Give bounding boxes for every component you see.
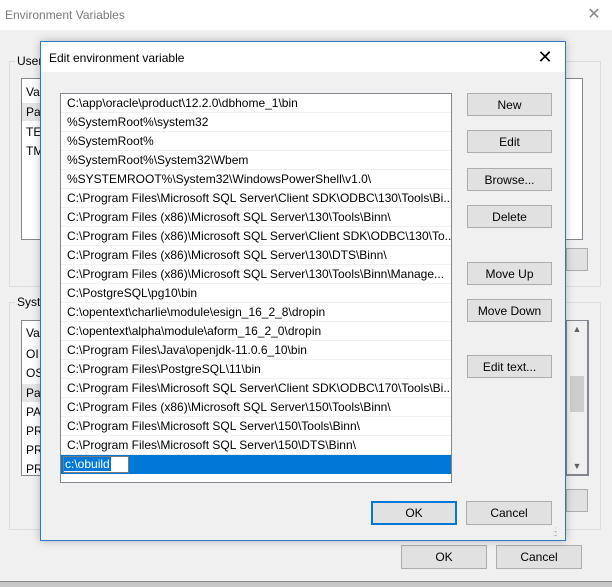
user-edit-button-partial[interactable] [566,248,588,271]
list-item[interactable]: C:\PostgreSQL\pg10\bin [61,284,451,303]
dialog-title: Edit environment variable [49,51,185,65]
browse-button[interactable]: Browse... [467,168,552,191]
list-item[interactable]: %SystemRoot%\System32\Wbem [61,151,451,170]
title-bar: Environment Variables ✕ [0,0,612,30]
new-button[interactable]: New [467,93,552,116]
list-item[interactable]: C:\Program Files\PostgreSQL\11\bin [61,360,451,379]
list-item[interactable]: C:\Program Files\Microsoft SQL Server\15… [61,417,451,436]
resize-grip-icon[interactable]: .:.:: [553,526,563,538]
list-item[interactable]: C:\opentext\alpha\module\aform_16_2_0\dr… [61,322,451,341]
edit-environment-variable-dialog: Edit environment variable ✕ C:\app\oracl… [40,41,566,541]
list-item[interactable]: C:\opentext\charlie\module\esign_16_2_8\… [61,303,451,322]
close-icon[interactable]: ✕ [533,46,557,68]
dialog-title-bar: Edit environment variable ✕ [41,42,565,72]
edit-text-button[interactable]: Edit text... [467,355,552,378]
list-item[interactable]: C:\Program Files\Microsoft SQL Server\15… [61,436,451,455]
list-item[interactable]: C:\Program Files\Java\openjdk-11.0.6_10\… [61,341,451,360]
list-item-editing[interactable]: c:\obuild [61,455,451,474]
list-item[interactable]: C:\Program Files (x86)\Microsoft SQL Ser… [61,246,451,265]
ok-button[interactable]: OK [371,501,457,525]
chevron-up-icon[interactable]: ▲ [567,324,587,334]
list-item[interactable]: %SystemRoot% [61,132,451,151]
path-edit-value[interactable]: c:\obuild [64,457,111,471]
system-list-scrollbar[interactable]: ▲ ▼ [566,320,588,475]
list-header[interactable]: Va [26,326,40,340]
chevron-down-icon[interactable]: ▼ [567,461,587,471]
list-item[interactable]: %SYSTEMROOT%\System32\WindowsPowerShell\… [61,170,451,189]
env-cancel-button[interactable]: Cancel [496,545,582,569]
list-item[interactable]: C:\app\oracle\product\12.2.0\dbhome_1\bi… [61,94,451,113]
window-title: Environment Variables [5,8,125,22]
env-ok-button[interactable]: OK [401,545,487,569]
list-item[interactable]: C:\Program Files (x86)\Microsoft SQL Ser… [61,208,451,227]
list-item[interactable]: OI [26,347,39,361]
list-item[interactable]: C:\Program Files\Microsoft SQL Server\Cl… [61,189,451,208]
path-edit-input[interactable]: c:\obuild [63,456,129,473]
cancel-button[interactable]: Cancel [466,501,552,525]
list-header[interactable]: Va [26,85,40,99]
system-delete-button-partial[interactable] [566,489,588,512]
list-item[interactable]: C:\Program Files (x86)\Microsoft SQL Ser… [61,227,451,246]
path-list[interactable]: C:\app\oracle\product\12.2.0\dbhome_1\bi… [60,93,452,483]
move-up-button[interactable]: Move Up [467,262,552,285]
list-item[interactable]: %SystemRoot%\system32 [61,113,451,132]
close-icon[interactable]: ✕ [584,5,604,25]
list-item[interactable]: C:\Program Files\Microsoft SQL Server\Cl… [61,379,451,398]
edit-button[interactable]: Edit [467,130,552,153]
list-item[interactable]: C:\Program Files (x86)\Microsoft SQL Ser… [61,398,451,417]
scrollbar-thumb[interactable] [570,376,584,412]
taskbar-edge [0,581,612,587]
list-item[interactable]: PA [26,405,41,419]
move-down-button[interactable]: Move Down [467,299,552,322]
delete-button[interactable]: Delete [467,205,552,228]
list-item[interactable]: C:\Program Files (x86)\Microsoft SQL Ser… [61,265,451,284]
